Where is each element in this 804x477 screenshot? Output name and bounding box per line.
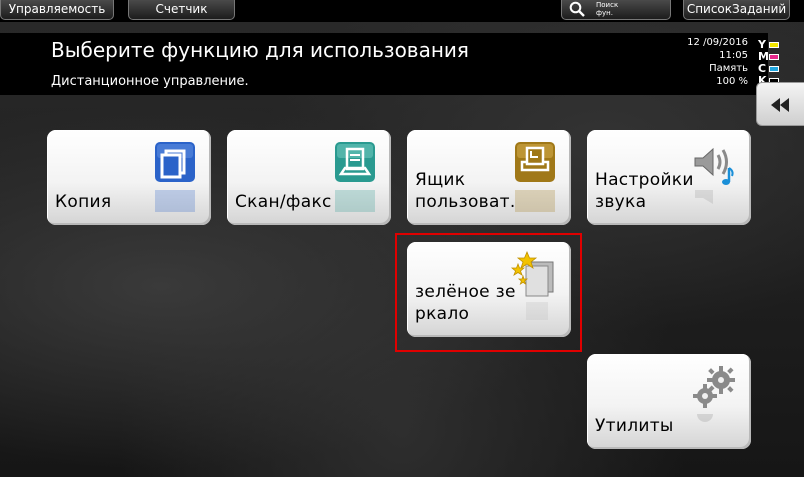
gear-icon xyxy=(693,366,735,408)
memory-label: Память xyxy=(709,63,748,74)
user-box-icon xyxy=(515,142,555,182)
user-box-label: Ящик пользоват. xyxy=(415,169,516,213)
search-label: Поиск фун. xyxy=(596,1,618,17)
double-chevron-left-icon xyxy=(771,98,789,112)
sound-settings-label-line2: звука xyxy=(595,192,647,212)
job-list-button[interactable]: СписокЗаданий xyxy=(683,0,790,20)
toner-magenta-bar xyxy=(769,54,779,60)
date-label: 12 /09/2016 xyxy=(687,37,748,48)
utilities-tile[interactable]: Утилиты xyxy=(587,354,751,449)
toner-yellow-bar xyxy=(769,42,779,48)
selection-highlight-frame xyxy=(395,233,582,352)
speaker-icon xyxy=(694,147,734,185)
function-search-button[interactable]: Поиск фун. xyxy=(561,0,671,20)
scan-fax-tile[interactable]: Скан/факс xyxy=(227,130,391,225)
job-list-label: СписокЗаданий xyxy=(686,2,787,16)
copy-label: Копия xyxy=(55,192,112,212)
top-button-bar: Управляемость Счетчик Поиск фун. СписокЗ… xyxy=(0,0,804,22)
status-subtitle: Дистанционное управление. xyxy=(51,74,249,89)
copy-icon xyxy=(155,142,195,182)
toner-cyan-bar xyxy=(769,66,779,72)
speaker-icon-reflection xyxy=(695,190,713,204)
toner-level-indicator: Y M C K xyxy=(758,39,780,87)
user-box-icon-reflection xyxy=(515,190,555,212)
user-box-tile[interactable]: Ящик пользоват. xyxy=(407,130,571,225)
user-box-label-line2: пользоват. xyxy=(415,192,516,212)
copy-tile[interactable]: Копия xyxy=(47,130,211,225)
sound-settings-label: Настройки звука xyxy=(595,169,694,213)
copy-icon-reflection xyxy=(155,190,195,212)
status-panel: 12 /09/2016 11:05 Память 100 % xyxy=(687,36,748,88)
scan-fax-icon xyxy=(335,142,375,182)
user-box-label-line1: Ящик xyxy=(415,170,466,190)
utilities-label: Утилиты xyxy=(595,416,674,436)
scan-fax-icon-reflection xyxy=(335,190,375,212)
sound-settings-label-line1: Настройки xyxy=(595,170,694,190)
search-label-line2: фун. xyxy=(596,9,613,17)
side-panel-toggle-button[interactable] xyxy=(756,82,804,126)
time-label: 11:05 xyxy=(719,50,748,61)
search-label-line1: Поиск xyxy=(596,1,619,9)
sound-settings-tile[interactable]: Настройки звука xyxy=(587,130,751,225)
manage-label: Управляемость xyxy=(8,2,106,16)
counter-button[interactable]: Счетчик xyxy=(128,0,235,20)
gear-icon-reflection xyxy=(697,414,713,422)
scan-fax-label: Скан/факс xyxy=(235,192,332,212)
page-title: Выберите функцию для использования xyxy=(51,38,469,62)
memory-value: 100 % xyxy=(716,76,748,87)
counter-label: Счетчик xyxy=(155,2,208,16)
search-icon xyxy=(569,1,585,17)
header: Выберите функцию для использования Диста… xyxy=(0,33,768,95)
manage-button[interactable]: Управляемость xyxy=(0,0,114,20)
